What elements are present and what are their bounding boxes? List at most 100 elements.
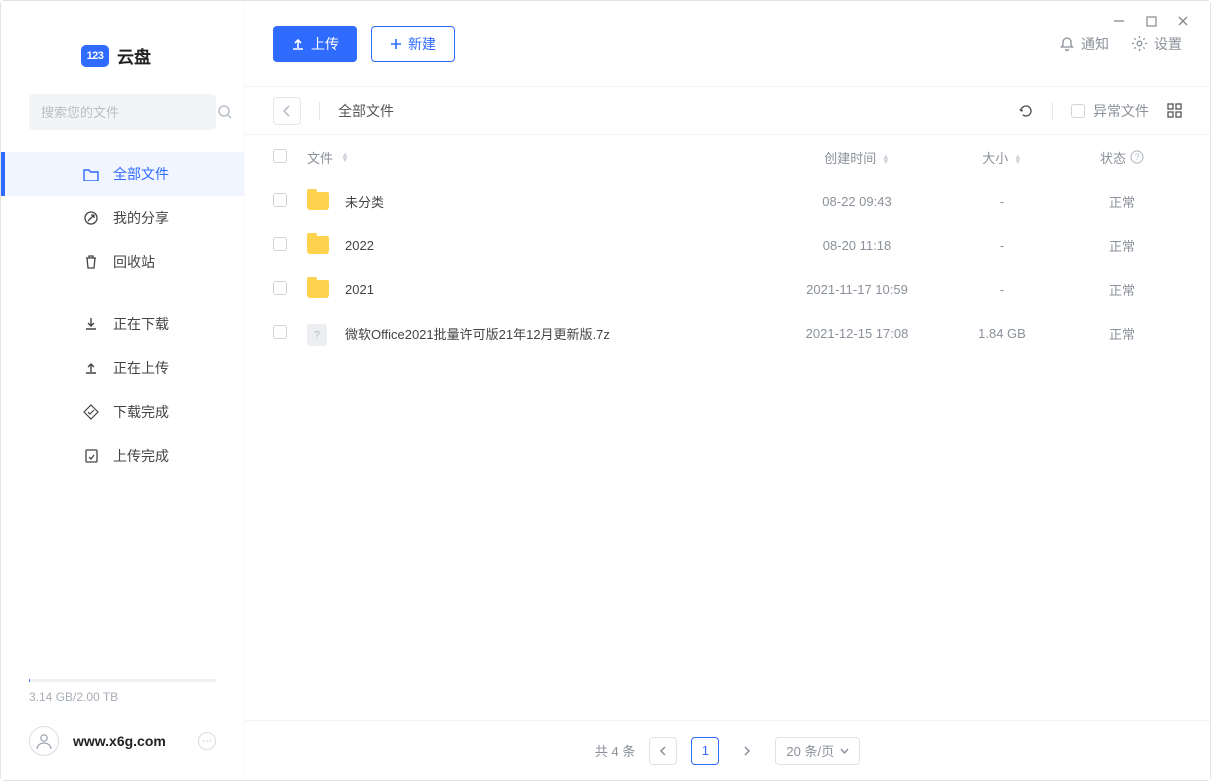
column-size[interactable]: 大小 ▲▼ <box>942 148 1062 167</box>
refresh-button[interactable] <box>1018 103 1034 119</box>
upload-button-label: 上传 <box>311 34 339 54</box>
sidebar-item-label: 我的分享 <box>113 208 169 228</box>
pager-next[interactable] <box>733 737 761 765</box>
folder-icon <box>307 192 329 210</box>
notify-label: 通知 <box>1081 34 1109 54</box>
table-row[interactable]: ? 微软Office2021批量许可版21年12月更新版.7z 2021-12-15… <box>245 311 1210 355</box>
grid-view-button[interactable] <box>1167 103 1182 118</box>
upload-icon <box>291 37 305 51</box>
sort-icon: ▲▼ <box>341 152 349 162</box>
new-button[interactable]: 新建 <box>371 26 455 62</box>
pager-size-select[interactable]: 20 条/页 <box>775 737 860 765</box>
row-checkbox[interactable] <box>273 237 287 251</box>
user-more-icon[interactable]: ⋯ <box>198 732 216 750</box>
file-name: 微软Office2021批量许可版21年12月更新版.7z <box>345 324 610 343</box>
file-state: 正常 <box>1062 324 1182 343</box>
pager-total: 共 4 条 <box>595 741 635 760</box>
sidebar-item-label: 下载完成 <box>113 402 169 422</box>
sidebar-item-label: 正在上传 <box>113 358 169 378</box>
search-box[interactable] <box>29 94 216 130</box>
plus-icon <box>390 38 402 50</box>
search-input[interactable] <box>41 105 217 120</box>
file-state: 正常 <box>1062 280 1182 299</box>
column-time[interactable]: 创建时间 ▲▼ <box>772 148 942 167</box>
upload-done-icon <box>83 448 99 464</box>
new-button-label: 新建 <box>408 34 436 54</box>
pagination: 共 4 条 1 20 条/页 <box>245 720 1210 780</box>
breadcrumb-current[interactable]: 全部文件 <box>338 101 394 121</box>
refresh-icon <box>1018 103 1034 119</box>
pager-current[interactable]: 1 <box>691 737 719 765</box>
file-time: 2021-11-17 10:59 <box>772 282 942 297</box>
window-minimize-icon[interactable] <box>1112 14 1126 28</box>
file-rows: 未分类08-22 09:43-正常202208-20 11:18-正常20212… <box>245 179 1210 720</box>
column-file[interactable]: 文件 ▲▼ <box>307 148 772 167</box>
pager-size-label: 20 条/页 <box>786 741 834 760</box>
settings-button[interactable]: 设置 <box>1131 34 1182 54</box>
row-checkbox[interactable] <box>273 193 287 207</box>
upload-button[interactable]: 上传 <box>273 26 357 62</box>
file-time: 08-22 09:43 <box>772 194 942 209</box>
sidebar-item-downloading[interactable]: 正在下载 <box>1 302 244 346</box>
file-size: - <box>942 282 1062 297</box>
row-checkbox[interactable] <box>273 325 287 339</box>
storage-text: 3.14 GB/2.00 TB <box>29 690 216 704</box>
sidebar-item-uploading[interactable]: 正在上传 <box>1 346 244 390</box>
abnormal-label: 异常文件 <box>1093 101 1149 121</box>
upload-icon <box>83 360 99 376</box>
sidebar-item-upload-done[interactable]: 上传完成 <box>1 434 244 478</box>
divider <box>1052 102 1053 120</box>
folder-icon <box>83 167 99 181</box>
archive-file-icon: ? <box>307 324 327 346</box>
storage-bar <box>29 679 216 682</box>
user-name: www.x6g.com <box>73 733 184 749</box>
file-size: - <box>942 194 1062 209</box>
window-close-icon[interactable] <box>1176 14 1190 28</box>
column-time-label: 创建时间 <box>824 151 876 166</box>
settings-label: 设置 <box>1154 34 1182 54</box>
svg-text:?: ? <box>1134 152 1139 162</box>
sidebar-nav: 全部文件 我的分享 回收站 正在下载 正在上传 下载完成 上传完成 <box>1 152 244 478</box>
trash-icon <box>83 254 99 270</box>
table-row[interactable]: 2021 2021-11-17 10:59-正常 <box>245 267 1210 311</box>
column-state: 状态 ? <box>1062 148 1182 167</box>
row-checkbox[interactable] <box>273 281 287 295</box>
help-icon[interactable]: ? <box>1130 150 1144 164</box>
sidebar-item-recycle[interactable]: 回收站 <box>1 240 244 284</box>
grid-icon <box>1167 103 1182 118</box>
logo-badge: 123 <box>81 45 109 67</box>
sort-icon: ▲▼ <box>1014 154 1022 164</box>
sidebar-item-all-files[interactable]: 全部文件 <box>1 152 244 196</box>
column-size-label: 大小 <box>982 151 1008 166</box>
notify-button[interactable]: 通知 <box>1059 34 1109 54</box>
logo-text: 云盘 <box>117 43 151 68</box>
sidebar-item-download-done[interactable]: 下载完成 <box>1 390 244 434</box>
back-button[interactable] <box>273 97 301 125</box>
pager-prev[interactable] <box>649 737 677 765</box>
sidebar-item-my-share[interactable]: 我的分享 <box>1 196 244 240</box>
sidebar-item-label: 全部文件 <box>113 164 169 184</box>
file-time: 2021-12-15 17:08 <box>772 326 942 341</box>
file-state: 正常 <box>1062 192 1182 211</box>
column-file-label: 文件 <box>307 148 333 167</box>
table-row[interactable]: 未分类08-22 09:43-正常 <box>245 179 1210 223</box>
checkbox[interactable] <box>1071 104 1085 118</box>
user-row: www.x6g.com ⋯ <box>1 704 244 780</box>
avatar[interactable] <box>29 726 59 756</box>
abnormal-filter[interactable]: 异常文件 <box>1071 101 1149 121</box>
check-icon <box>83 404 99 420</box>
main: 上传 新建 通知 设置 全部文件 <box>245 1 1210 780</box>
select-all-checkbox[interactable] <box>273 149 287 163</box>
column-state-label: 状态 <box>1100 148 1126 167</box>
search-icon[interactable] <box>217 104 233 120</box>
window-maximize-icon[interactable] <box>1144 14 1158 28</box>
table-row[interactable]: 202208-20 11:18-正常 <box>245 223 1210 267</box>
file-name: 2022 <box>345 238 374 253</box>
file-name: 2021 <box>345 282 374 297</box>
folder-icon <box>307 280 329 298</box>
file-size: - <box>942 238 1062 253</box>
file-state: 正常 <box>1062 236 1182 255</box>
sidebar-item-label: 上传完成 <box>113 446 169 466</box>
sidebar-item-label: 正在下载 <box>113 314 169 334</box>
divider <box>319 102 320 120</box>
